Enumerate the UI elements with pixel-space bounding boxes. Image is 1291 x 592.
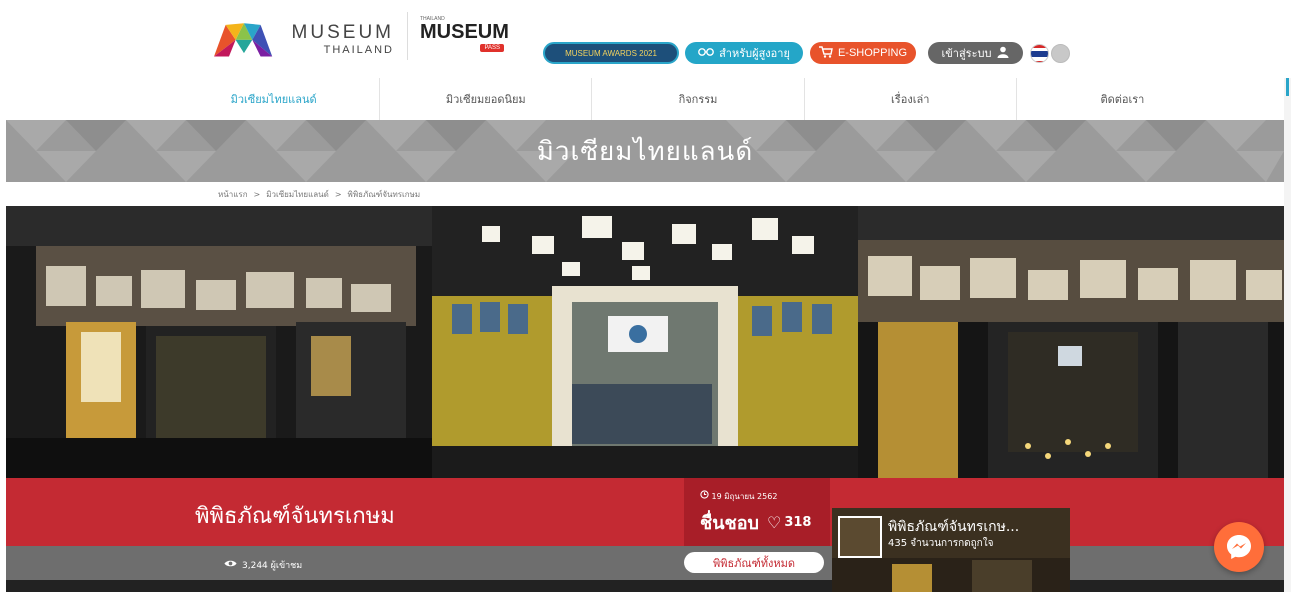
nav-item-contact[interactable]: ติดต่อเรา [1017,78,1228,120]
museum-pass-logo[interactable]: THAILAND MUSEUM PASS [420,16,509,56]
e-shopping-button[interactable]: E-SHOPPING [810,42,916,64]
all-museums-button[interactable]: พิพิธภัณฑ์ทั้งหมด [684,552,824,573]
gallery-photo-2[interactable] [432,206,858,478]
view-count: 3,244 ผู้เข้าชม [224,558,302,572]
main-nav: มิวเซียมไทยแลนด์ มิวเซียมยอดนิยม กิจกรรม… [168,78,1228,120]
logo-line1: MUSEUM [291,21,394,43]
nav-item-popular[interactable]: มิวเซียมยอดนิยม [380,78,593,120]
publish-date: 19 มิถุนายน 2562 [700,490,777,503]
breadcrumb-home[interactable]: หน้าแรก [218,188,248,201]
breadcrumb-separator: > [253,189,261,199]
facebook-page-widget[interactable]: พิพิธภัณฑ์จันทรเกษ... 435 จำนวนการกดถูกใ… [832,508,1070,592]
logo-mark-icon [214,23,273,57]
logo-divider [407,12,408,60]
login-button[interactable]: เข้าสู่ระบบ [928,42,1023,64]
pass-logo-main: MUSEUM [420,21,509,43]
page-title: มิวเซียมไทยแลนด์ [536,136,754,167]
clock-icon [700,490,712,501]
scrollbar[interactable] [1284,0,1291,592]
messenger-icon [1227,535,1251,559]
likes-label: ชื่นชอบ [700,513,759,534]
e-shopping-label: E-SHOPPING [837,47,908,59]
login-label: เข้าสู่ระบบ [941,48,992,60]
gallery-photo-1[interactable] [6,206,432,478]
breadcrumb-separator: > [334,189,342,199]
elderly-mode-button[interactable]: สำหรับผู้สูงอายุ [685,42,803,64]
bottom-strip [6,580,1284,592]
glasses-icon [698,46,714,60]
museum-photo-gallery[interactable] [6,206,1284,478]
likes-count: 318 [784,515,812,530]
likes[interactable]: ชื่นชอบ ♡ 318 [700,508,811,537]
museum-awards-button[interactable]: MUSEUM AWARDS 2021 [543,42,679,64]
page-banner: มิวเซียมไทยแลนด์ [6,120,1284,182]
english-language-flag[interactable] [1051,44,1070,63]
breadcrumb-museum-thailand[interactable]: มิวเซียมไทยแลนด์ [266,188,329,201]
breadcrumb-current: พิพิธภัณฑ์จันทรเกษม [347,189,421,199]
nav-item-stories[interactable]: เรื่องเล่า [805,78,1017,120]
eye-icon [224,559,237,571]
fb-page-likes: 435 จำนวนการกดถูกใจ [888,538,994,549]
publish-date-text: 19 มิถุนายน 2562 [711,492,778,501]
gallery-photo-3[interactable] [858,206,1284,478]
museum-name: พิพิธภัณฑ์จันทรเกษม [195,504,395,529]
user-icon [997,46,1009,61]
heart-icon[interactable]: ♡ [767,513,781,532]
museum-thailand-logo[interactable]: MUSEUM THAILAND [214,14,394,64]
messenger-chat-button[interactable] [1214,522,1264,572]
breadcrumb: หน้าแรก > มิวเซียมไทยแลนด์ > พิพิธภัณฑ์จ… [218,186,420,202]
nav-item-activities[interactable]: กิจกรรม [592,78,805,120]
view-count-text: 3,244 ผู้เข้าชม [242,561,303,571]
fb-page-name[interactable]: พิพิธภัณฑ์จันทรเกษ... [888,516,1019,538]
logo-line2: THAILAND [323,43,394,56]
elderly-mode-label: สำหรับผู้สูงอายุ [719,48,790,60]
nav-item-museum-thailand[interactable]: มิวเซียมไทยแลนด์ [168,78,381,120]
pass-logo-tag: PASS [480,44,504,52]
cart-icon [818,45,833,61]
site-header: MUSEUM THAILAND THAILAND MUSEUM PASS MUS… [0,0,1291,78]
fb-page-avatar[interactable] [838,516,882,558]
thai-language-flag[interactable] [1030,44,1049,63]
museum-meta-bar [6,546,1284,580]
